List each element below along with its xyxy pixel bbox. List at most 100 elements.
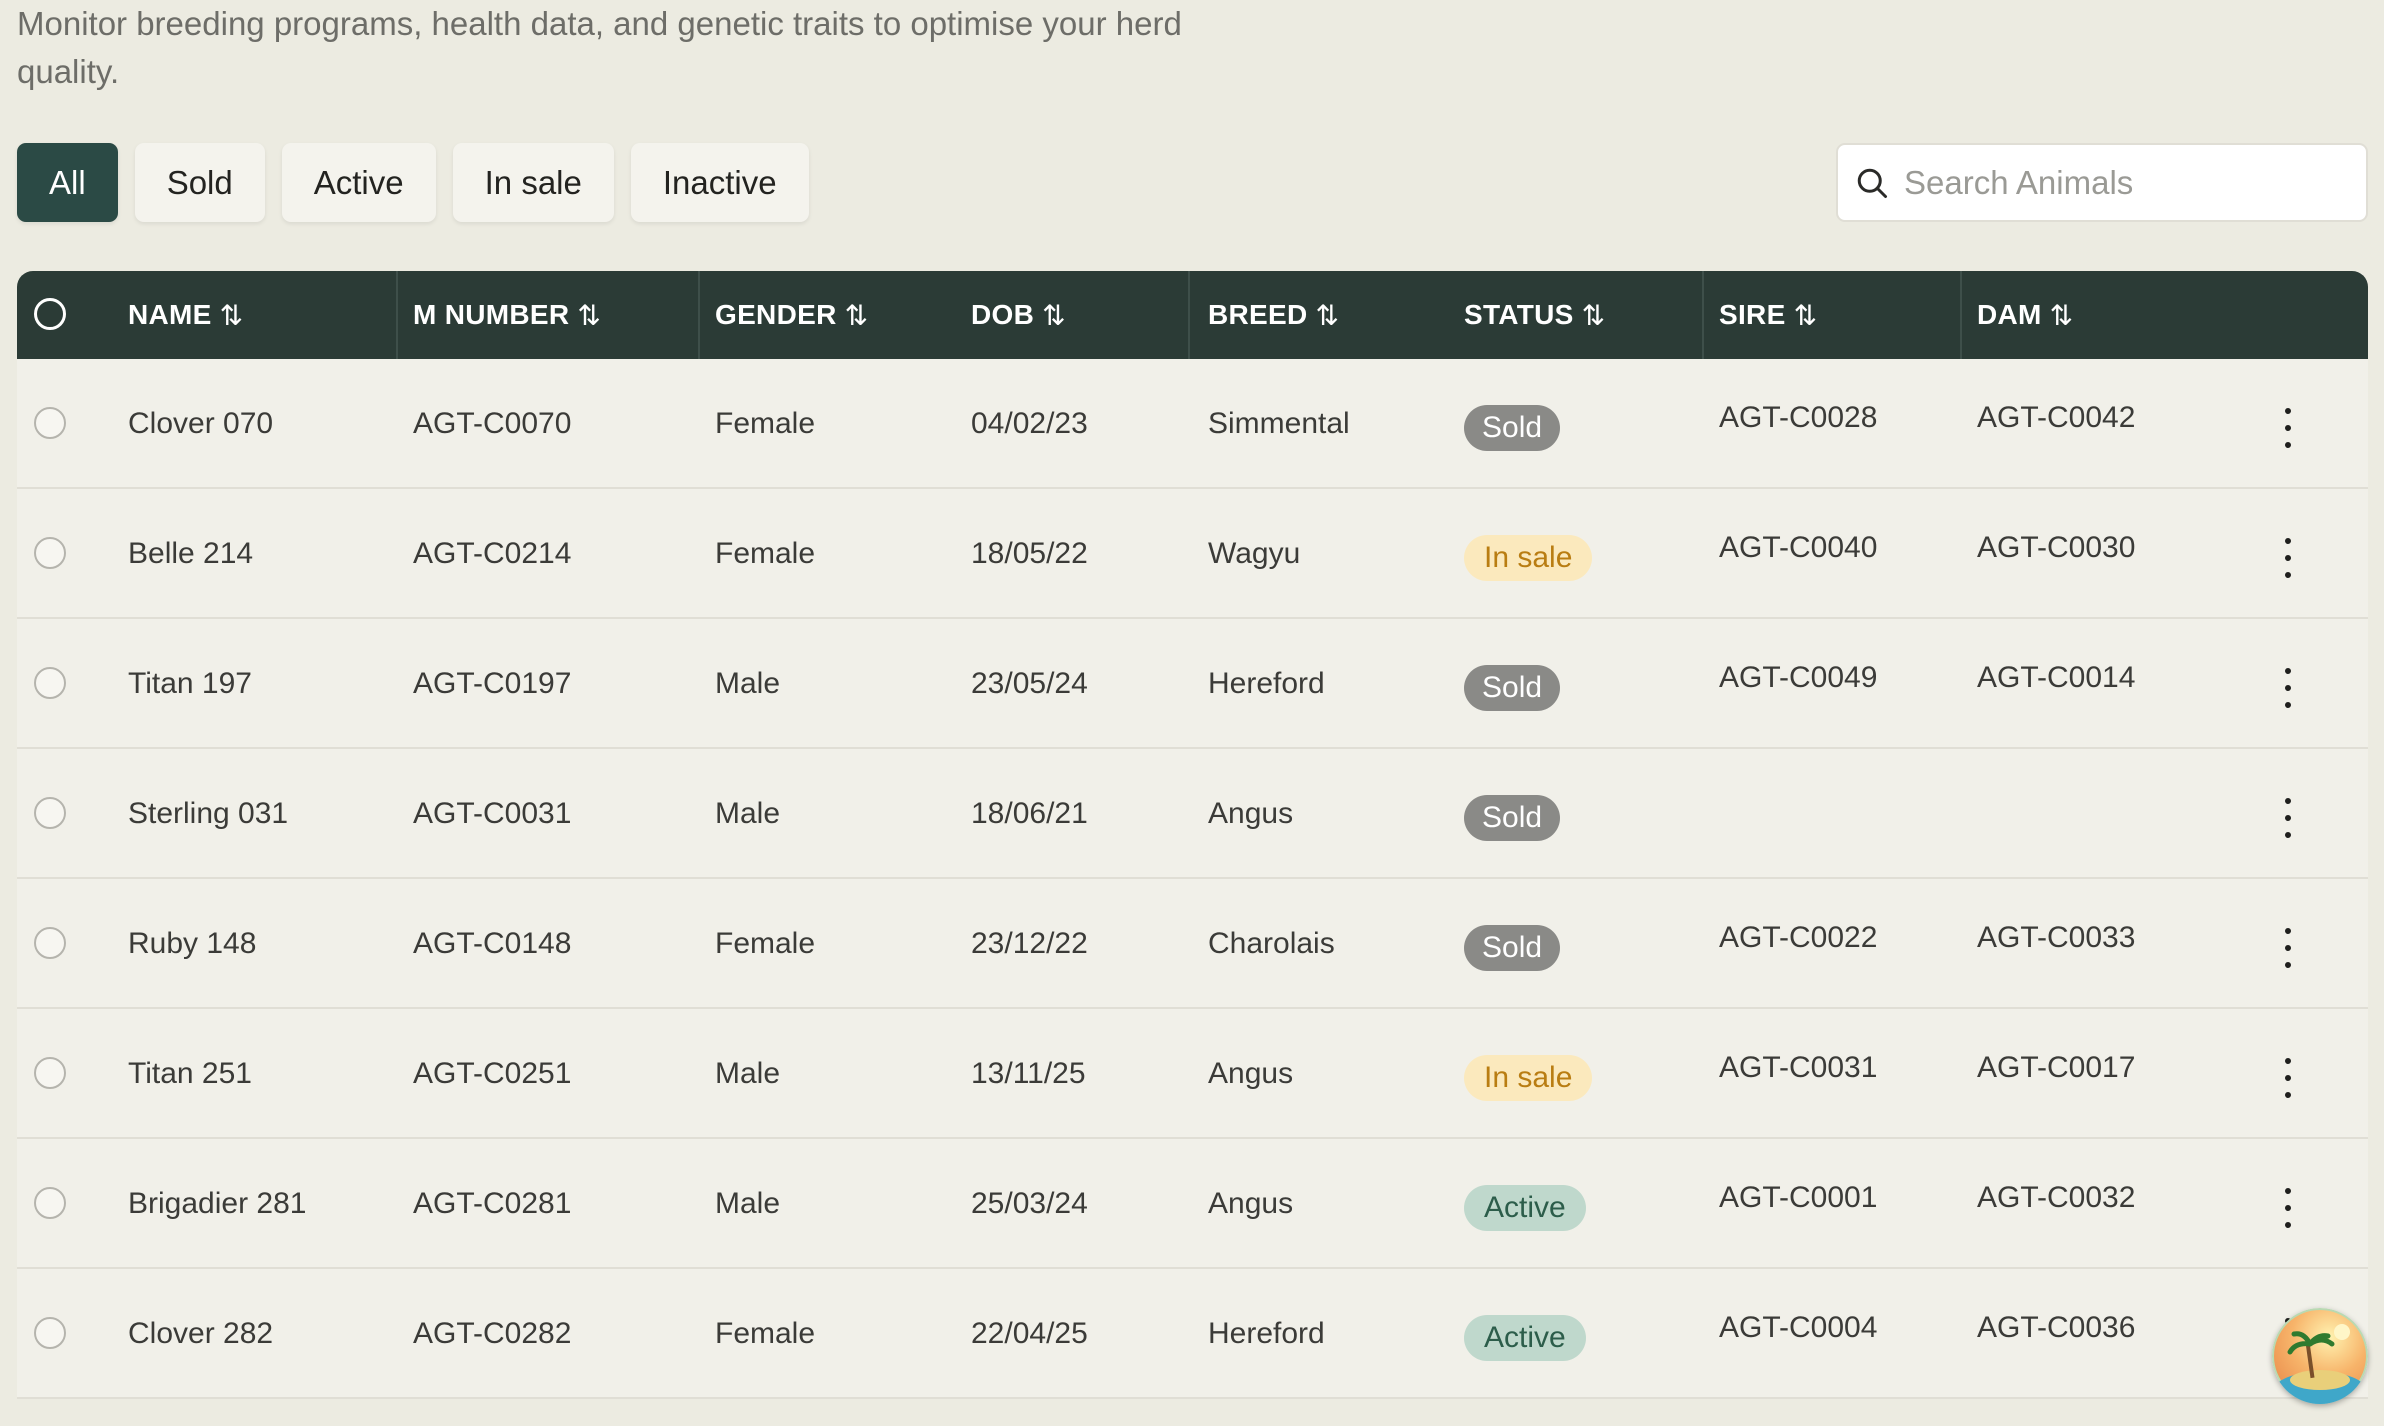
table-row[interactable]: Clover 282 AGT-C0282 Female 22/04/25 Herefor… [17,1269,2368,1399]
cell-dam: AGT-C0042 [1977,401,2136,434]
cell-status: Active [1464,1139,1586,1269]
sort-icon[interactable]: ⇅ [845,299,869,332]
search-icon [1857,168,1887,198]
column-divider [1188,271,1190,359]
cell-name: Sterling 031 [128,797,289,830]
cell-gender: Female [715,537,816,570]
row-checkbox[interactable] [34,927,66,959]
cell-status: Active [1464,1269,1586,1399]
sort-icon[interactable]: ⇅ [2050,299,2074,332]
row-more-options-icon[interactable] [2276,798,2300,838]
cell-dob: 04/02/23 [971,407,1088,440]
cell-name: Clover 070 [128,407,274,440]
status-badge: Sold [1464,925,1561,971]
filter-active-button[interactable]: Active [281,143,436,222]
cell-dam: AGT-C0036 [1977,1311,2136,1344]
table-row[interactable]: Clover 070 AGT-C0070 Female 04/02/23 Simment… [17,359,2368,489]
cell-breed: Angus [1208,1057,1294,1090]
table-row[interactable]: Ruby 148 AGT-C0148 Female 23/12/22 Charolais… [17,879,2368,1009]
cell-dob: 13/11/25 [971,1057,1086,1090]
cell-sire: AGT-C0004 [1719,1311,1878,1344]
cell-breed: Hereford [1208,667,1325,700]
sort-icon[interactable]: ⇅ [1316,299,1340,332]
table-header: NAME ⇅ M NUMBER ⇅ GENDER ⇅ DOB ⇅ BREED ⇅… [17,271,2368,359]
cell-mnumber: AGT-C0281 [413,1187,572,1220]
col-mnumber-header[interactable]: M NUMBER ⇅ [413,271,601,359]
cell-mnumber: AGT-C0070 [413,407,572,440]
cell-breed: Angus [1208,797,1294,830]
col-sire-header[interactable]: SIRE ⇅ [1719,271,1817,359]
cell-dob: 23/05/24 [971,667,1088,700]
status-badge: Active [1464,1315,1586,1361]
col-status-label: STATUS [1464,299,1574,330]
filter-all-button[interactable]: All [17,143,118,222]
row-checkbox[interactable] [34,537,66,569]
row-more-options-icon[interactable] [2276,538,2300,578]
column-divider [698,271,700,359]
column-divider [396,271,398,359]
row-checkbox[interactable] [34,1187,66,1219]
cell-name: Titan 197 [128,667,252,700]
filter-inactive-button[interactable]: Inactive [630,143,809,222]
sort-icon[interactable]: ⇅ [220,299,244,332]
cell-sire: AGT-C0001 [1719,1181,1878,1214]
col-dam-label: DAM [1977,299,2042,330]
table-row[interactable]: Titan 251 AGT-C0251 Male 13/11/25 Angus AGT-C… [17,1009,2368,1139]
column-divider [1702,271,1704,359]
row-checkbox[interactable] [34,1317,66,1349]
row-more-options-icon[interactable] [2276,408,2300,448]
page-subtitle: Monitor breeding programs, health data, … [17,5,1182,90]
col-dob-header[interactable]: DOB ⇅ [971,271,1066,359]
col-gender-header[interactable]: GENDER ⇅ [715,271,868,359]
cell-dam: AGT-C0032 [1977,1181,2136,1214]
col-dam-header[interactable]: DAM ⇅ [1977,271,2073,359]
sort-icon[interactable]: ⇅ [577,299,601,332]
cell-gender: Male [715,1187,781,1220]
filter-sold-button[interactable]: Sold [134,143,265,222]
user-avatar[interactable] [2272,1308,2368,1404]
cell-gender: Male [715,667,781,700]
col-breed-header[interactable]: BREED ⇅ [1208,271,1339,359]
cell-dob: 22/04/25 [971,1317,1088,1350]
cell-status: Sold [1464,879,1561,1009]
sort-icon[interactable]: ⇅ [1042,299,1066,332]
row-checkbox[interactable] [34,667,66,699]
row-more-options-icon[interactable] [2276,668,2300,708]
cell-dam: AGT-C0017 [1977,1051,2136,1084]
status-badge: Active [1464,1185,1586,1231]
filter-bar: All Sold Active In sale Inactive [17,143,809,222]
cell-gender: Female [715,1317,816,1350]
status-badge: Sold [1464,405,1561,451]
cell-status: In sale [1464,489,1593,619]
table-row[interactable]: Belle 214 AGT-C0214 Female 18/05/22 Wagyu AGT… [17,489,2368,619]
col-mnumber-label: M NUMBER [413,299,570,330]
cell-breed: Simmental [1208,407,1350,440]
sort-icon[interactable]: ⇅ [1794,299,1818,332]
col-status-header[interactable]: STATUS ⇅ [1464,271,1605,359]
row-more-options-icon[interactable] [2276,1058,2300,1098]
row-checkbox[interactable] [34,797,66,829]
cell-name: Titan 251 [128,1057,252,1090]
row-more-options-icon[interactable] [2276,1188,2300,1228]
cell-status: Sold [1464,359,1561,489]
table-row[interactable]: Brigadier 281 AGT-C0281 Male 25/03/24 Angus A… [17,1139,2368,1269]
filter-in-sale-button[interactable]: In sale [452,143,614,222]
row-more-options-icon[interactable] [2276,928,2300,968]
col-breed-label: BREED [1208,299,1308,330]
search-box[interactable] [1836,143,2368,222]
sort-icon[interactable]: ⇅ [1582,299,1606,332]
search-input[interactable] [1904,163,2344,202]
cell-mnumber: AGT-C0148 [413,927,572,960]
column-divider [1960,271,1962,359]
row-checkbox[interactable] [34,1057,66,1089]
table-row[interactable]: Sterling 031 AGT-C0031 Male 18/06/21 Angus So… [17,749,2368,879]
cell-name: Belle 214 [128,537,254,570]
cell-sire: AGT-C0031 [1719,1051,1878,1084]
col-name-header[interactable]: NAME ⇅ [128,271,243,359]
cell-breed: Charolais [1208,927,1335,960]
cell-dam: AGT-C0014 [1977,661,2136,694]
row-checkbox[interactable] [34,407,66,439]
table-row[interactable]: Titan 197 AGT-C0197 Male 23/05/24 Hereford AG… [17,619,2368,749]
select-all-checkbox[interactable] [34,298,66,330]
cell-status: In sale [1464,1009,1593,1139]
